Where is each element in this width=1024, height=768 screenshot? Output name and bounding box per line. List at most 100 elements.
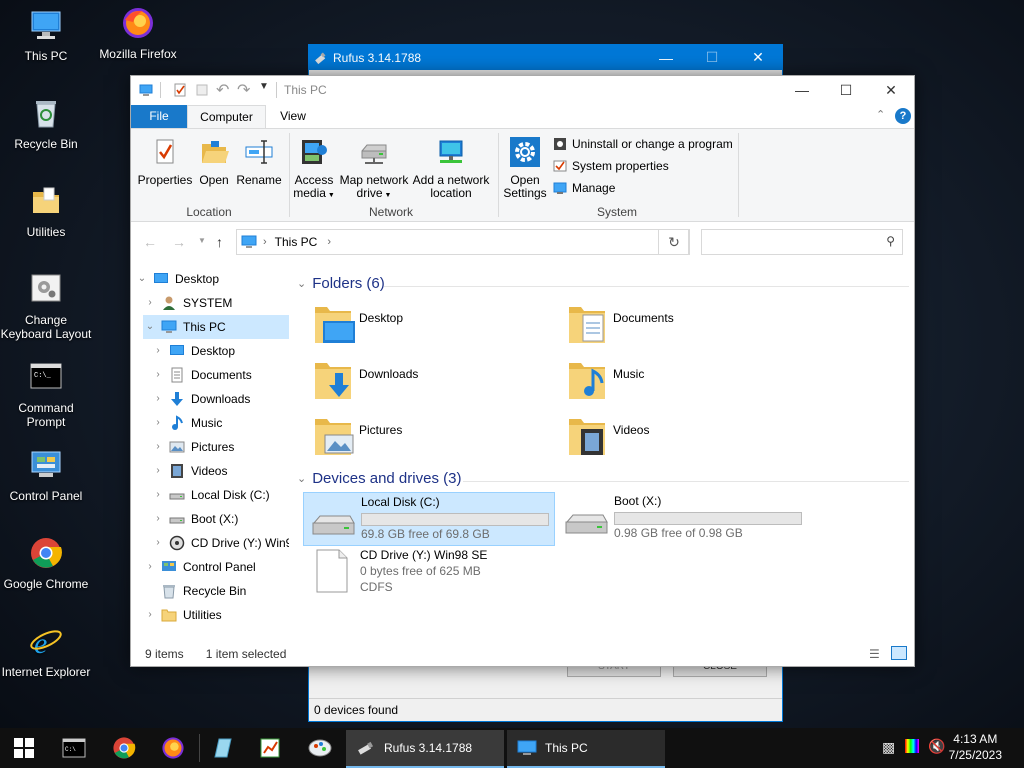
chevron-right-icon[interactable]: › <box>151 363 165 387</box>
folder-item-desktop[interactable]: Desktop <box>313 301 553 353</box>
tree-item-cd-drive-y[interactable]: › CD Drive (Y:) Win98 SE <box>151 531 289 555</box>
chevron-right-icon[interactable]: › <box>143 603 157 627</box>
taskbar-task-rufus[interactable]: Rufus 3.14.1788 <box>346 730 504 768</box>
new-folder-icon[interactable] <box>195 83 209 97</box>
desktop-icon-firefox[interactable]: Mozilla Firefox <box>92 6 184 61</box>
taskbar-task-this-pc[interactable]: This PC <box>507 730 665 768</box>
tree-item-boot-x[interactable]: › Boot (X:) <box>151 507 238 531</box>
volume-muted-icon[interactable]: 🔇 <box>928 738 945 755</box>
network-icon[interactable]: ▩ <box>882 739 895 756</box>
start-button[interactable] <box>0 728 48 768</box>
taskbar-command-prompt[interactable]: C:\ <box>50 728 98 768</box>
manage-button[interactable]: Manage <box>553 181 615 195</box>
tree-item-music[interactable]: › Music <box>151 411 222 435</box>
large-icons-view-icon[interactable] <box>891 646 907 660</box>
taskbar-app-chart[interactable] <box>246 728 294 768</box>
explorer-maximize-button[interactable]: ☐ <box>823 76 869 104</box>
forward-arrow-icon[interactable]: → <box>172 234 186 250</box>
tree-item-downloads[interactable]: › Downloads <box>151 387 250 411</box>
explorer-close-button[interactable]: ✕ <box>868 76 914 104</box>
explorer-title-bar[interactable]: ↶ ↷ ▼ This PC — ☐ ✕ <box>131 76 914 104</box>
folder-item-pictures[interactable]: Pictures <box>313 413 553 465</box>
rufus-title-bar[interactable]: Rufus 3.14.1788 — ☐ ✕ <box>309 45 782 70</box>
desktop-icon-internet-explorer[interactable]: e Internet Explorer <box>0 624 92 679</box>
tree-item-documents[interactable]: › Documents <box>151 363 252 387</box>
chevron-right-icon[interactable]: › <box>151 507 165 531</box>
rufus-minimize-button[interactable]: — <box>643 45 689 70</box>
explorer-window[interactable]: ↶ ↷ ▼ This PC — ☐ ✕ File Computer View ⌃… <box>130 75 915 667</box>
clock[interactable]: 4:13 AM 7/25/2023 <box>949 731 1002 763</box>
redo-icon[interactable]: ↷ <box>237 80 251 99</box>
address-chevron-icon[interactable]: › <box>263 236 267 248</box>
drive-item-local-disk-c[interactable]: Local Disk (C:) 69.8 GB free of 69.8 GB <box>303 492 555 546</box>
folder-item-documents[interactable]: Documents <box>567 301 807 353</box>
address-chevron-icon[interactable]: › <box>327 236 331 248</box>
customize-quick-access-chevron-down-icon[interactable]: ▼ <box>259 81 273 95</box>
desktop-icon-control-panel[interactable]: Control Panel <box>0 448 92 503</box>
chevron-right-icon[interactable]: › <box>151 483 165 507</box>
tree-item-this-pc[interactable]: ⌄ This PC <box>143 315 289 339</box>
chevron-right-icon[interactable]: › <box>151 411 165 435</box>
help-icon[interactable]: ? <box>895 108 911 124</box>
system-properties-button[interactable]: System properties <box>553 159 669 173</box>
taskbar-app-glass[interactable] <box>198 728 246 768</box>
refresh-button[interactable]: ↻ <box>658 229 690 255</box>
up-arrow-icon[interactable]: ↑ <box>216 234 223 250</box>
tree-item-system[interactable]: › SYSTEM <box>143 291 232 315</box>
chevron-right-icon[interactable]: › <box>151 435 165 459</box>
explorer-minimize-button[interactable]: — <box>779 76 825 104</box>
desktop-icon-utilities[interactable]: Utilities <box>0 184 92 239</box>
add-network-location-button[interactable]: Add a network location <box>411 137 491 200</box>
tab-computer[interactable]: Computer <box>187 105 266 129</box>
chevron-right-icon[interactable]: › <box>151 387 165 411</box>
address-bar[interactable]: › This PC › <box>236 229 689 255</box>
folder-item-downloads[interactable]: Downloads <box>313 357 553 409</box>
tree-item-local-disk-c[interactable]: › Local Disk (C:) <box>151 483 269 507</box>
tree-item-videos[interactable]: › Videos <box>151 459 227 483</box>
rufus-maximize-button[interactable]: ☐ <box>689 45 735 70</box>
chevron-right-icon[interactable]: › <box>151 459 165 483</box>
desktop-icon-recycle-bin[interactable]: Recycle Bin <box>0 96 92 151</box>
chevron-down-icon[interactable]: ⌄ <box>143 315 157 339</box>
chevron-down-icon[interactable]: ⌄ <box>297 277 306 290</box>
folders-group-header[interactable]: ⌄ Folders (6) <box>297 275 385 292</box>
tab-view[interactable]: View <box>271 105 315 128</box>
search-input[interactable]: ⚲ <box>701 229 903 255</box>
tree-item-utilities[interactable]: › Utilities <box>143 603 221 627</box>
back-arrow-icon[interactable]: ← <box>143 234 157 250</box>
desktop-icon-google-chrome[interactable]: Google Chrome <box>0 536 92 591</box>
map-network-drive-button[interactable]: Map network drive ▼ <box>337 137 411 202</box>
drive-item-cd-drive-y[interactable]: CD Drive (Y:) Win98 SE 0 bytes free of 6… <box>303 546 553 606</box>
undo-icon[interactable]: ↶ <box>216 80 230 99</box>
details-view-icon[interactable]: ☰ <box>869 647 880 661</box>
rename-button[interactable]: Rename <box>235 137 283 187</box>
open-settings-button[interactable]: Open Settings <box>502 137 548 200</box>
chevron-right-icon[interactable]: › <box>151 531 165 555</box>
drives-group-header[interactable]: ⌄ Devices and drives (3) <box>297 470 461 487</box>
tree-item-recycle-bin[interactable]: Recycle Bin <box>143 579 246 603</box>
desktop-icon-this-pc[interactable]: This PC <box>0 8 92 63</box>
uninstall-program-button[interactable]: Uninstall or change a program <box>553 137 733 151</box>
folder-item-videos[interactable]: Videos <box>567 413 807 465</box>
desktop-icon-command-prompt[interactable]: C:\_ Command Prompt <box>0 360 92 429</box>
address-path[interactable]: This PC <box>275 235 318 249</box>
folder-item-music[interactable]: Music <box>567 357 807 409</box>
tree-item-control-panel[interactable]: › Control Panel <box>143 555 255 579</box>
properties-button[interactable]: Properties <box>137 137 193 187</box>
recent-locations-chevron-down-icon[interactable]: ▼ <box>198 236 206 245</box>
chevron-right-icon[interactable]: › <box>151 339 165 363</box>
drive-item-boot-x[interactable]: Boot (X:) 0.98 GB free of 0.98 GB <box>557 492 807 544</box>
open-button[interactable]: Open <box>195 137 233 187</box>
taskbar-chrome[interactable] <box>100 728 148 768</box>
tab-file[interactable]: File <box>131 105 187 128</box>
properties-check-icon[interactable] <box>173 83 187 97</box>
tree-item-desktop[interactable]: › Desktop <box>151 339 235 363</box>
rufus-close-window-button[interactable]: ✕ <box>735 45 781 70</box>
tree-item-desktop-root[interactable]: ⌄ Desktop <box>135 271 219 291</box>
display-color-icon[interactable] <box>905 739 919 753</box>
chevron-right-icon[interactable]: › <box>143 291 157 315</box>
chevron-down-icon[interactable]: ⌄ <box>297 472 306 485</box>
taskbar-app-paint[interactable] <box>296 728 344 768</box>
chevron-down-icon[interactable]: ⌄ <box>135 271 149 291</box>
collapse-ribbon-chevron-up-icon[interactable]: ⌃ <box>876 108 885 121</box>
